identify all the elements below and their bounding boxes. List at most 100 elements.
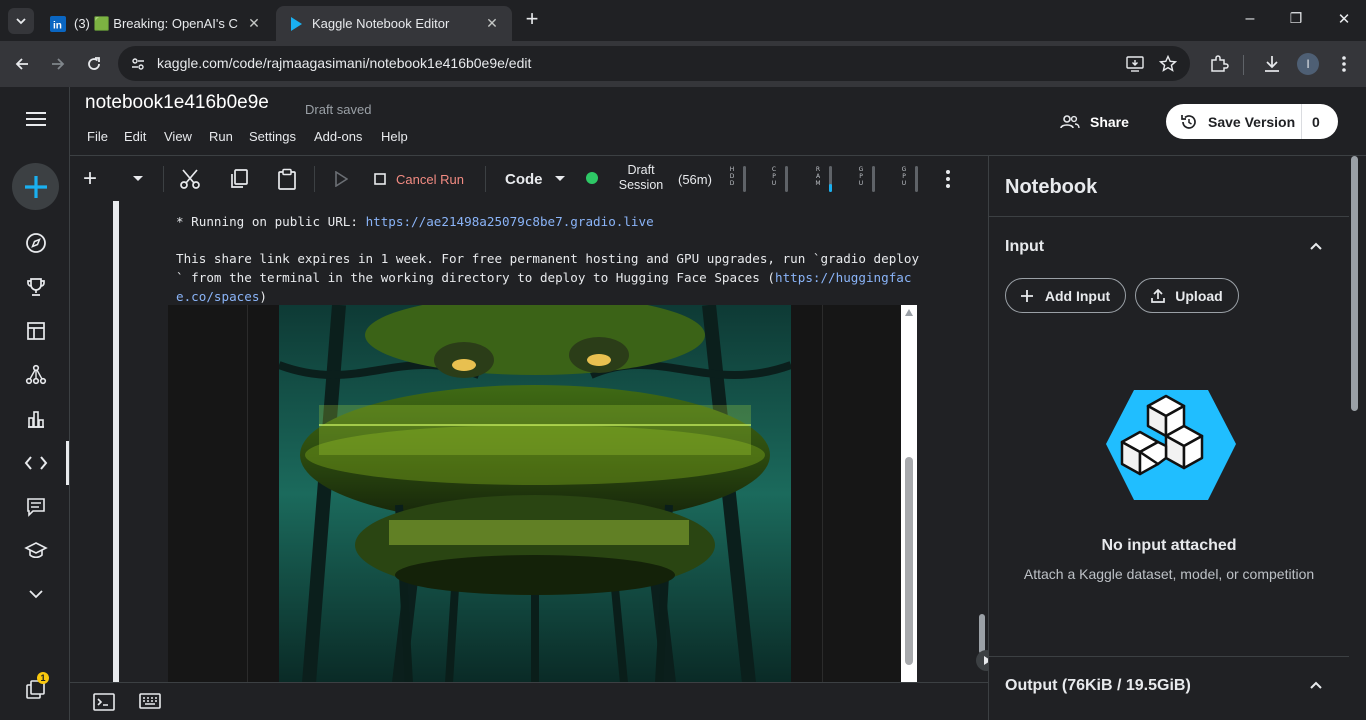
copy-button[interactable]	[227, 166, 251, 192]
address-bar[interactable]: kaggle.com/code/rajmaagasimani/notebook1…	[118, 46, 1190, 81]
tab-search-button[interactable]	[8, 8, 34, 34]
profile-avatar[interactable]: I	[1297, 53, 1319, 75]
empty-input-illustration	[1106, 390, 1236, 500]
more-options-button[interactable]	[936, 166, 960, 192]
code-icon[interactable]	[21, 448, 51, 478]
input-section-title[interactable]: Input	[1005, 238, 1044, 256]
session-time: (56m)	[678, 171, 712, 187]
forward-button[interactable]	[46, 52, 70, 76]
learn-icon[interactable]	[21, 536, 51, 566]
table-icon[interactable]	[21, 316, 51, 346]
browser-tab-linkedin[interactable]: in (3) 🟩 Breaking: OpenAI's ChatG ✕	[38, 6, 274, 41]
empty-input-subtitle: Attach a Kaggle dataset, model, or compe…	[1023, 566, 1315, 582]
hamburger-menu-icon[interactable]	[21, 104, 51, 134]
editor-scroll-thumb[interactable]	[979, 614, 985, 654]
generated-image	[279, 305, 791, 683]
close-tab-icon[interactable]: ✕	[484, 15, 500, 32]
close-window-button[interactable]: ✕	[1334, 10, 1354, 28]
browser-menu-icon[interactable]	[1334, 54, 1354, 74]
collapse-input-chevron-up-icon[interactable]	[1309, 239, 1323, 253]
ram-meter[interactable]: RAM	[815, 166, 839, 192]
frame-scroll-thumb[interactable]	[905, 457, 913, 665]
caret-down-icon	[133, 176, 143, 181]
menu-file[interactable]: File	[87, 129, 108, 144]
scroll-up-icon[interactable]	[905, 309, 913, 316]
menu-addons[interactable]: Add-ons	[314, 129, 362, 144]
add-cell-dropdown[interactable]	[128, 166, 148, 192]
console-icon[interactable]	[93, 693, 115, 711]
cell-type-select[interactable]: Code	[505, 166, 565, 192]
keyboard-icon[interactable]	[139, 693, 161, 709]
save-version-button[interactable]: Save Version 0	[1166, 104, 1338, 139]
play-icon	[335, 171, 348, 187]
panel-scrollbar-thumb[interactable]	[1351, 156, 1358, 411]
active-rail-indicator	[66, 441, 69, 485]
site-settings-icon[interactable]	[130, 56, 146, 72]
session-running-dot	[586, 172, 598, 184]
restore-button[interactable]: ❐	[1286, 10, 1306, 27]
save-version-label: Save Version	[1208, 113, 1296, 130]
reload-button[interactable]	[82, 52, 106, 76]
output-section-title[interactable]: Output (76KiB / 19.5GiB)	[1005, 677, 1191, 695]
share-button[interactable]: Share	[1060, 105, 1129, 139]
download-icon[interactable]	[1262, 54, 1282, 74]
hdd-meter[interactable]: HDD	[729, 166, 753, 192]
paste-button[interactable]	[275, 166, 299, 192]
menu-view[interactable]: View	[164, 129, 192, 144]
menu-run[interactable]: Run	[209, 129, 233, 144]
gpu-memory-meter[interactable]: GPU	[901, 166, 925, 192]
hdd-meter-bar	[743, 166, 746, 192]
menu-edit[interactable]: Edit	[124, 129, 146, 144]
reload-icon	[88, 57, 100, 70]
frame-scrollbar[interactable]	[901, 305, 917, 683]
install-app-icon[interactable]	[1126, 55, 1144, 73]
svg-text:in: in	[53, 20, 62, 31]
toolbar-divider	[1243, 55, 1244, 75]
huggingface-link[interactable]: https://huggingfac	[775, 270, 911, 285]
gpu-meter-bar	[872, 166, 875, 192]
notebook-editor[interactable]: * Running on public URL: https://ae21498…	[70, 201, 988, 683]
bookmark-star-icon[interactable]	[1159, 55, 1177, 73]
upload-icon	[1151, 288, 1166, 303]
plus-icon	[24, 175, 47, 198]
gradio-output-frame[interactable]	[168, 305, 917, 683]
add-input-button[interactable]: Add Input	[1005, 278, 1126, 313]
gpu-meter[interactable]: GPU	[858, 166, 882, 192]
new-tab-button[interactable]: +	[520, 8, 544, 32]
huggingface-link-cont[interactable]: e.co/spaces	[176, 289, 259, 304]
collapse-output-chevron-up-icon[interactable]	[1309, 678, 1323, 692]
add-cell-button[interactable]: +	[80, 165, 100, 192]
cancel-run-button[interactable]: Cancel Run	[374, 166, 464, 192]
back-button[interactable]	[10, 52, 34, 76]
ram-meter-bar	[829, 166, 832, 192]
toolbar-divider	[485, 166, 486, 192]
upload-button[interactable]: Upload	[1135, 278, 1239, 313]
trophy-icon[interactable]	[21, 272, 51, 302]
notebook-title[interactable]: notebook1e416b0e9e	[85, 92, 269, 114]
bar-chart-icon[interactable]	[21, 404, 51, 434]
close-tab-icon[interactable]: ✕	[246, 15, 262, 32]
minimize-button[interactable]: –	[1240, 10, 1260, 28]
cut-button[interactable]	[178, 166, 202, 192]
panel-divider	[989, 656, 1349, 657]
history-icon	[1181, 114, 1196, 129]
session-label[interactable]: Draft Session	[616, 163, 666, 193]
tab-title: Kaggle Notebook Editor	[312, 16, 450, 31]
comments-icon[interactable]	[21, 492, 51, 522]
menu-settings[interactable]: Settings	[249, 129, 296, 144]
scissors-icon	[180, 169, 200, 189]
gpu-memory-meter-label: GPU	[901, 166, 907, 187]
compass-icon[interactable]	[21, 228, 51, 258]
menu-help[interactable]: Help	[381, 129, 408, 144]
create-button[interactable]	[12, 163, 59, 210]
models-icon[interactable]	[21, 360, 51, 390]
notebook-header: notebook1e416b0e9e Draft saved File Edit…	[70, 87, 1366, 155]
expand-rail-chevron-down-icon[interactable]	[21, 579, 51, 609]
hdd-meter-label: HDD	[729, 166, 735, 187]
toolbar-divider	[163, 166, 164, 192]
gradio-public-link[interactable]: https://ae21498a25079c8be7.gradio.live	[366, 214, 654, 229]
run-cell-button[interactable]	[329, 166, 353, 192]
extensions-icon[interactable]	[1209, 54, 1229, 74]
browser-tab-kaggle[interactable]: Kaggle Notebook Editor ✕	[276, 6, 512, 41]
cpu-meter[interactable]: CPU	[771, 166, 795, 192]
